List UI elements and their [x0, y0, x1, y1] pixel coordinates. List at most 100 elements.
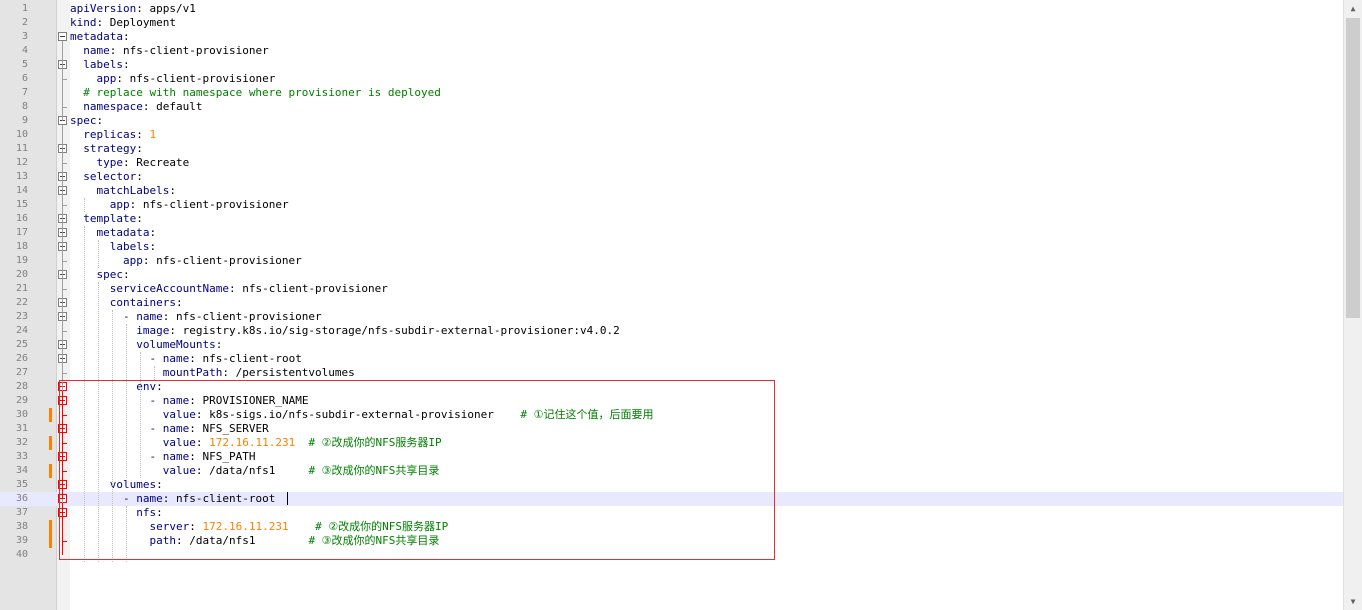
token: 1 — [149, 128, 157, 141]
code-line[interactable]: 17 metadata: — [0, 226, 1343, 240]
code-line[interactable]: 1 apiVersion: apps/v1 — [0, 2, 1343, 16]
code-text[interactable]: strategy: — [70, 142, 143, 156]
code-text[interactable]: metadata: — [70, 30, 130, 44]
code-line[interactable]: 14 matchLabels: — [0, 184, 1343, 198]
code-text[interactable]: replicas: 1 — [70, 128, 156, 142]
line-number: 23 — [15, 311, 28, 322]
code-line[interactable]: 21 serviceAccountName: nfs-client-provis… — [0, 282, 1343, 296]
token: apiVersion — [70, 2, 137, 15]
code-text[interactable]: metadata: — [70, 226, 157, 240]
code-line[interactable]: 27 mountPath: /persistentvolumes — [0, 366, 1343, 380]
line-number: 25 — [15, 339, 28, 350]
token: - name — [122, 310, 163, 323]
token: strategy — [83, 142, 137, 155]
code-text[interactable]: app: nfs-client-provisioner — [70, 254, 302, 268]
code-text[interactable]: app: nfs-client-provisioner — [70, 198, 289, 212]
token: : nfs-client-provisioner — [129, 198, 289, 211]
code-text[interactable]: - name: nfs-client-root — [70, 352, 301, 366]
code-text[interactable]: namespace: default — [70, 100, 202, 114]
code-text[interactable]: apiVersion: apps/v1 — [70, 2, 196, 16]
code-line[interactable]: 8 namespace: default — [0, 100, 1343, 114]
token: : nfs-client-provisioner — [228, 282, 388, 295]
code-text[interactable]: labels: — [70, 58, 129, 72]
code-text[interactable]: type: Recreate — [70, 156, 190, 170]
code-line[interactable]: 11 strategy: — [0, 142, 1343, 156]
code-editor[interactable]: 1 apiVersion: apps/v1 2 kind: Deployment 3 me… — [0, 0, 1362, 610]
token: spec — [70, 114, 97, 127]
code-text[interactable]: name: nfs-client-provisioner — [70, 44, 268, 58]
code-line[interactable]: 10 replicas: 1 — [0, 128, 1343, 142]
code-line[interactable]: 12 type: Recreate — [0, 156, 1343, 170]
token: matchLabels — [96, 184, 170, 197]
code-text[interactable]: # replace with namespace where provision… — [70, 86, 441, 100]
vertical-scrollbar[interactable]: ▲ ▼ — [1343, 0, 1362, 610]
scrollbar-thumb[interactable] — [1346, 18, 1360, 318]
code-text[interactable]: labels: — [70, 240, 156, 254]
fold-end-tick — [62, 107, 67, 108]
line-number: 28 — [15, 381, 28, 392]
code-line[interactable]: 22 containers: — [0, 296, 1343, 310]
code-text[interactable]: image: registry.k8s.io/sig-storage/nfs-s… — [70, 324, 619, 338]
line-number: 34 — [15, 465, 28, 476]
token: metadata — [70, 30, 123, 43]
fold-toggle-icon[interactable] — [58, 32, 67, 41]
token: - name — [149, 352, 190, 365]
code-line[interactable]: 23 - name: nfs-client-provisioner — [0, 310, 1343, 324]
code-line[interactable]: 6 app: nfs-client-provisioner — [0, 72, 1343, 86]
code-line[interactable]: 15 app: nfs-client-provisioner — [0, 198, 1343, 212]
code-text[interactable]: serviceAccountName: nfs-client-provision… — [70, 282, 388, 296]
code-line[interactable]: 9 spec: — [0, 114, 1343, 128]
code-line[interactable]: 13 selector: — [0, 170, 1343, 184]
token: labels — [109, 240, 150, 253]
token: type — [96, 156, 124, 169]
fold-line — [62, 41, 63, 121]
code-text[interactable]: volumeMounts: — [70, 338, 222, 352]
token: # replace with namespace where provision… — [83, 86, 441, 99]
fold-end-tick — [62, 331, 67, 332]
line-number: 16 — [15, 213, 28, 224]
line-number: 26 — [15, 353, 28, 364]
code-line[interactable]: 16 template: — [0, 212, 1343, 226]
code-text[interactable]: matchLabels: — [70, 184, 176, 198]
code-text[interactable]: spec: — [70, 268, 130, 282]
line-number: 37 — [15, 507, 28, 518]
code-text[interactable]: app: nfs-client-provisioner — [70, 72, 276, 86]
code-text[interactable]: selector: — [70, 170, 143, 184]
code-line[interactable]: 19 app: nfs-client-provisioner — [0, 254, 1343, 268]
modified-line-marker — [49, 464, 52, 478]
code-line[interactable]: 2 kind: Deployment — [0, 16, 1343, 30]
code-line[interactable]: 3 metadata: — [0, 30, 1343, 44]
code-text[interactable]: spec: — [70, 114, 103, 128]
token: app — [109, 198, 130, 211]
code-text[interactable]: containers: — [70, 296, 183, 310]
line-number: 24 — [15, 325, 28, 336]
modified-line-marker — [49, 534, 52, 548]
code-text[interactable]: kind: Deployment — [70, 16, 176, 30]
code-text[interactable]: - name: nfs-client-provisioner — [70, 310, 322, 324]
token: : Deployment — [96, 16, 176, 29]
code-line[interactable]: 18 labels: — [0, 240, 1343, 254]
code-text[interactable]: template: — [70, 212, 143, 226]
line-number: 8 — [21, 101, 28, 112]
code-line[interactable]: 25 volumeMounts: — [0, 338, 1343, 352]
code-line[interactable]: 7 # replace with namespace where provisi… — [0, 86, 1343, 100]
scroll-up-arrow-icon[interactable]: ▲ — [1344, 0, 1362, 17]
scroll-down-arrow-icon[interactable]: ▼ — [1344, 593, 1362, 610]
line-number: 29 — [15, 395, 28, 406]
code-line[interactable]: 4 name: nfs-client-provisioner — [0, 44, 1343, 58]
line-number: 18 — [15, 241, 28, 252]
token: : — [96, 114, 104, 127]
line-number: 20 — [15, 269, 28, 280]
modified-line-marker — [49, 408, 52, 422]
line-number: 15 — [15, 199, 28, 210]
token: : — [175, 296, 183, 309]
code-line[interactable]: 20 spec: — [0, 268, 1343, 282]
token: : — [149, 240, 157, 253]
code-line[interactable]: 24 image: registry.k8s.io/sig-storage/nf… — [0, 324, 1343, 338]
code-line[interactable]: 26 - name: nfs-client-root — [0, 352, 1343, 366]
code-line[interactable]: 5 labels: — [0, 58, 1343, 72]
